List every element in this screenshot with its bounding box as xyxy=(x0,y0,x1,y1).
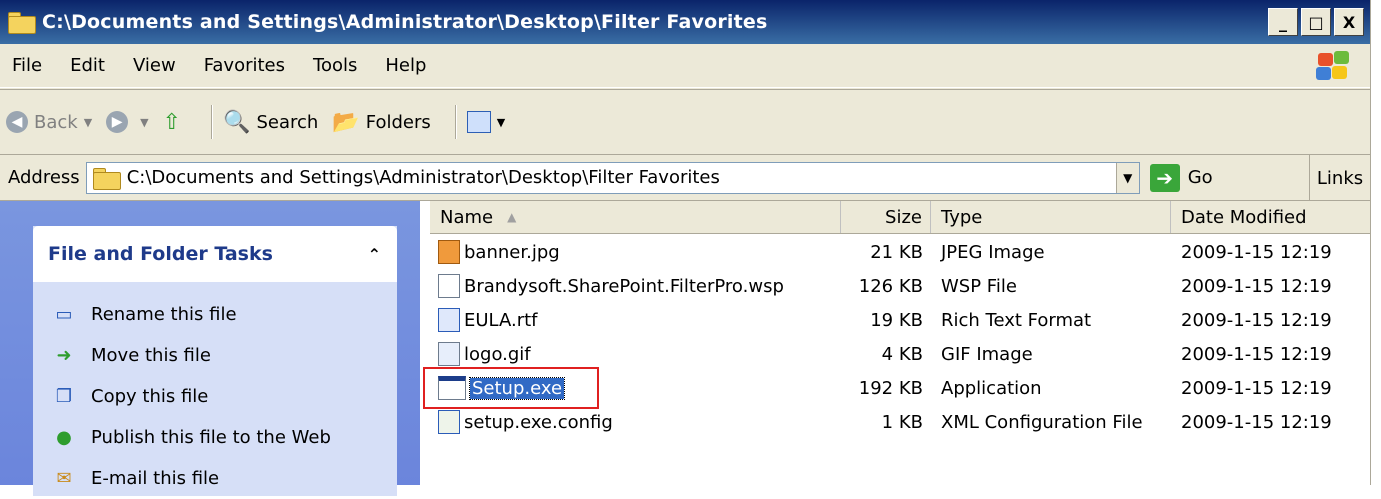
search-label: Search xyxy=(256,111,319,133)
task-label: Publish this file to the Web xyxy=(91,427,331,448)
menu-edit[interactable]: Edit xyxy=(70,55,105,76)
image-file-icon xyxy=(438,342,460,366)
move-icon: ➜ xyxy=(56,345,72,366)
task-publish[interactable]: ● Publish this file to the Web xyxy=(33,417,397,458)
task-pane: File and Folder Tasks ⌃ ▭ Rename this fi… xyxy=(0,201,420,496)
close-button[interactable]: X xyxy=(1334,8,1364,36)
config-file-icon xyxy=(438,410,460,434)
task-email[interactable]: ✉ E-mail this file xyxy=(33,458,397,499)
folders-label: Folders xyxy=(365,111,431,133)
column-header-date[interactable]: Date Modified xyxy=(1171,201,1370,233)
sort-asc-icon: ▲ xyxy=(507,210,517,224)
folders-icon: 📂 xyxy=(332,109,360,135)
explorer-window: C:\Documents and Settings\Administrator\… xyxy=(0,0,1371,496)
toolbar-separator xyxy=(211,105,214,139)
file-icon xyxy=(438,274,460,298)
file-list: Name ▲ Size Type Date Modified banner.jp… xyxy=(430,201,1370,485)
chevron-down-icon: ▼ xyxy=(496,115,506,129)
folder-icon xyxy=(92,167,121,190)
collapse-icon[interactable]: ⌃ xyxy=(368,245,381,264)
folders-button[interactable]: 📂 Folders xyxy=(332,110,430,135)
menu-help[interactable]: Help xyxy=(385,55,426,76)
up-folder-button[interactable]: ⇧ xyxy=(163,110,187,135)
maximize-button[interactable]: □ xyxy=(1301,8,1331,36)
column-header-name[interactable]: Name ▲ xyxy=(430,201,841,233)
column-header-type[interactable]: Type xyxy=(931,201,1171,233)
address-bar: Address C:\Documents and Settings\Admini… xyxy=(0,155,1370,201)
table-row[interactable]: EULA.rtf 19 KB Rich Text Format 2009-1-1… xyxy=(430,303,1370,337)
content-area: File and Folder Tasks ⌃ ▭ Rename this fi… xyxy=(0,201,1370,496)
forward-arrow-icon: ▶ xyxy=(106,111,129,133)
email-icon: ✉ xyxy=(56,468,72,489)
back-arrow-icon: ◀ xyxy=(6,111,28,133)
up-arrow-icon: ⇧ xyxy=(162,109,182,135)
task-label: Move this file xyxy=(91,345,211,366)
toolbar-separator xyxy=(454,105,457,139)
rename-icon: ▭ xyxy=(55,304,73,325)
links-label: Links xyxy=(1316,167,1364,189)
forward-button[interactable]: ▶ ▼ xyxy=(106,111,149,133)
image-file-icon xyxy=(438,240,460,264)
table-row[interactable]: Brandysoft.SharePoint.FilterPro.wsp 126 … xyxy=(430,269,1370,303)
task-rename[interactable]: ▭ Rename this file xyxy=(33,294,397,335)
table-row[interactable]: setup.exe.config 1 KB XML Configuration … xyxy=(430,405,1370,439)
window-title: C:\Documents and Settings\Administrator\… xyxy=(42,11,768,33)
address-input[interactable]: C:\Documents and Settings\Administrator\… xyxy=(85,161,1140,194)
table-row[interactable]: banner.jpg 21 KB JPEG Image 2009-1-15 12… xyxy=(430,235,1370,269)
go-label: Go xyxy=(1187,167,1213,188)
search-button[interactable]: 🔍 Search xyxy=(223,110,318,135)
chevron-down-icon: ▼ xyxy=(140,115,149,129)
tasks-title: File and Folder Tasks xyxy=(48,243,273,265)
table-row[interactable]: logo.gif 4 KB GIF Image 2009-1-15 12:19 xyxy=(430,337,1370,371)
address-value: C:\Documents and Settings\Administrator\… xyxy=(126,167,720,188)
column-header-size[interactable]: Size xyxy=(841,201,931,233)
go-arrow-icon: ➔ xyxy=(1149,163,1180,192)
minimize-button[interactable]: _ xyxy=(1268,8,1298,36)
caption-buttons: _ □ X xyxy=(1268,8,1364,36)
menu-favorites[interactable]: Favorites xyxy=(204,55,285,76)
views-button[interactable]: ▼ xyxy=(466,111,506,133)
chevron-down-icon: ▼ xyxy=(83,115,93,129)
highlight-annotation xyxy=(423,367,599,409)
menu-bar: File Edit View Favorites Tools Help xyxy=(0,44,1370,88)
copy-icon: ❐ xyxy=(55,386,73,407)
word-document-icon xyxy=(438,308,460,332)
tasks-list: ▭ Rename this file ➜ Move this file ❐ Co… xyxy=(33,282,397,499)
links-button[interactable]: Links xyxy=(1309,155,1370,201)
go-button[interactable]: ➔ Go xyxy=(1149,163,1213,192)
back-button[interactable]: ◀ Back ▼ xyxy=(6,111,92,133)
task-label: Rename this file xyxy=(91,304,237,325)
folder-icon xyxy=(8,12,36,34)
standard-toolbar: ◀ Back ▼ ▶ ▼ ⇧ 🔍 Search 📂 Folders ▼ xyxy=(0,89,1370,155)
file-folder-tasks-panel: File and Folder Tasks ⌃ ▭ Rename this fi… xyxy=(33,226,397,496)
views-icon xyxy=(466,111,491,133)
task-move[interactable]: ➜ Move this file xyxy=(33,335,397,376)
address-label: Address xyxy=(8,167,80,188)
menu-view[interactable]: View xyxy=(133,55,176,76)
title-bar[interactable]: C:\Documents and Settings\Administrator\… xyxy=(0,0,1370,44)
search-icon: 🔍 xyxy=(223,109,251,135)
task-label: E-mail this file xyxy=(91,468,220,489)
back-label: Back xyxy=(34,111,78,133)
globe-icon: ● xyxy=(56,427,72,448)
menu-file[interactable]: File xyxy=(12,55,42,76)
tasks-header[interactable]: File and Folder Tasks ⌃ xyxy=(33,226,397,282)
windows-logo-icon xyxy=(1316,51,1350,81)
task-copy[interactable]: ❐ Copy this file xyxy=(33,376,397,417)
column-header-row: Name ▲ Size Type Date Modified xyxy=(430,201,1370,234)
menu-tools[interactable]: Tools xyxy=(313,55,357,76)
address-dropdown-button[interactable]: ▼ xyxy=(1115,162,1139,193)
task-label: Copy this file xyxy=(91,386,209,407)
